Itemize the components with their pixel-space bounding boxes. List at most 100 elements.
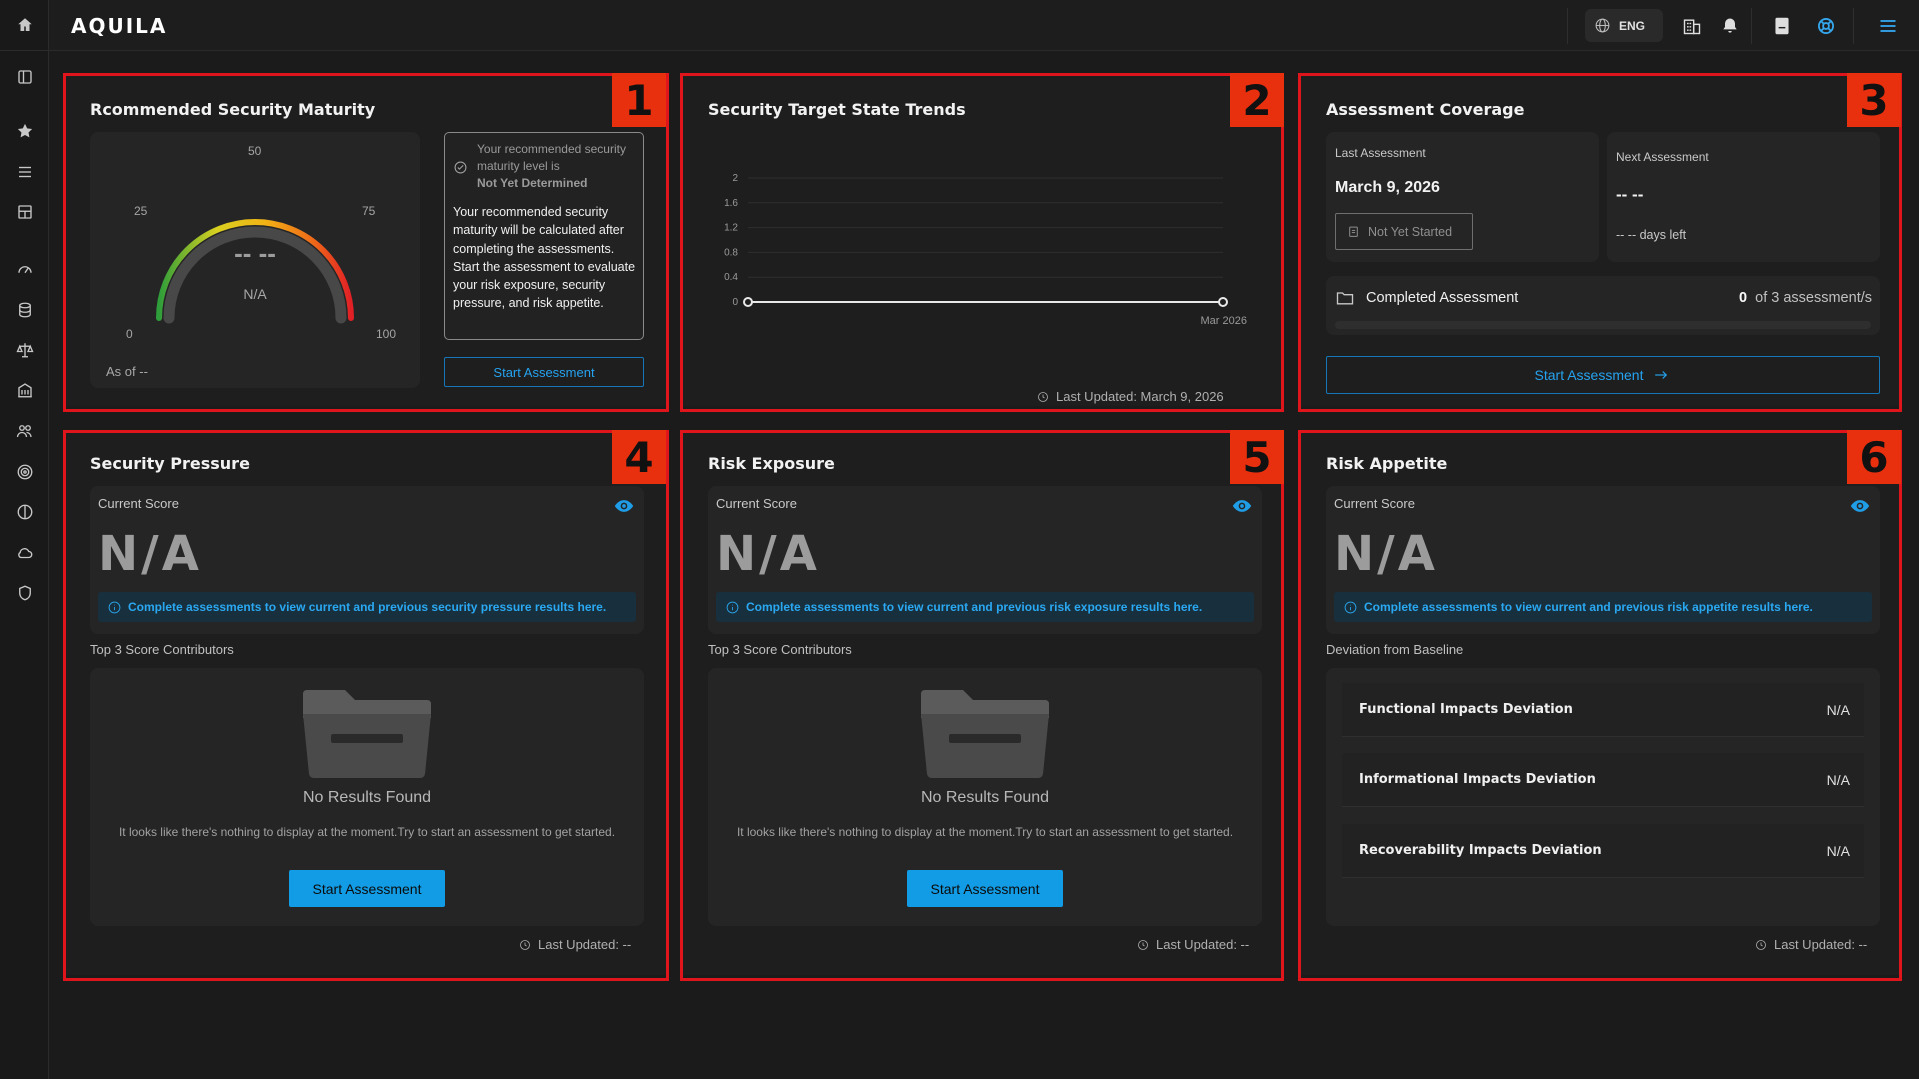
- current-score-label: Current Score: [716, 496, 797, 511]
- last-assessment-label: Last Assessment: [1335, 146, 1426, 160]
- deviation-row-value: N/A: [1826, 701, 1850, 718]
- exposure-last-updated-text: Last Updated: --: [1156, 937, 1250, 952]
- badge-2: 2: [1230, 73, 1284, 127]
- empty-folder-icon: [303, 690, 431, 778]
- empty-title: No Results Found: [920, 789, 1050, 806]
- completed-progress-track: [1335, 321, 1871, 329]
- notice-body: Your recommended security maturity will …: [453, 205, 636, 311]
- menu-icon[interactable]: [1876, 15, 1900, 37]
- completed-assessment-box: Completed Assessment 0 of 3 assessment/s: [1326, 276, 1880, 335]
- completed-label: Completed Assessment: [1366, 290, 1519, 306]
- gauge-value-label: N/A: [243, 286, 267, 302]
- chart-y-tick-label: 1.2: [724, 223, 738, 234]
- contrast-icon[interactable]: [13, 500, 37, 524]
- globe-icon: [1595, 18, 1610, 33]
- next-assessment-label: Next Assessment: [1616, 150, 1709, 164]
- current-score-label: Current Score: [98, 496, 179, 511]
- chart-y-tick-label: 0.4: [724, 272, 738, 283]
- security-maturity-title: Rcommended Security Maturity: [90, 100, 376, 119]
- info-text: Complete assessments to view current and…: [746, 600, 1203, 614]
- shield-icon[interactable]: [13, 581, 37, 605]
- chart-data-point: [1218, 297, 1228, 307]
- eye-icon[interactable]: [1850, 499, 1870, 513]
- notice-status: Not Yet Determined: [477, 176, 588, 190]
- deviation-row-label: Functional Impacts Deviation: [1359, 702, 1573, 717]
- document-icon[interactable]: [1771, 15, 1793, 37]
- badge-5: 5: [1230, 430, 1284, 484]
- app-logo[interactable]: AQUILA: [71, 14, 167, 38]
- contributors-label: Top 3 Score Contributors: [708, 642, 852, 657]
- list-icon[interactable]: [13, 160, 37, 184]
- history-icon: [1138, 939, 1148, 950]
- maturity-notice-box: Your recommended security maturity level…: [444, 132, 644, 340]
- pressure-last-updated: Last Updated: --: [519, 937, 631, 952]
- appetite-last-updated-text: Last Updated: --: [1774, 937, 1868, 952]
- clipboard-icon: [1349, 226, 1358, 237]
- chart-data-point: [743, 297, 753, 307]
- users-icon[interactable]: [13, 419, 37, 443]
- target-icon[interactable]: [13, 460, 37, 484]
- next-assessment-date: -- --: [1616, 185, 1644, 204]
- gauge-tick-50: 50: [248, 144, 262, 158]
- last-assessment-date: March 9, 2026: [1335, 179, 1440, 196]
- current-score-value: N/A: [716, 526, 820, 582]
- database-icon[interactable]: [13, 298, 37, 322]
- start-assessment-exposure-button[interactable]: Start Assessment: [907, 870, 1063, 907]
- deviation-row-value: N/A: [1826, 771, 1850, 788]
- check-circle-icon: [454, 161, 467, 174]
- history-icon: [520, 939, 530, 950]
- empty-title: No Results Found: [302, 789, 432, 806]
- current-score-value: N/A: [1334, 526, 1438, 582]
- start-assessment-coverage-button[interactable]: Start Assessment: [1326, 356, 1880, 394]
- topbar-divider: [1853, 8, 1854, 44]
- risk-appetite-title: Risk Appetite: [1326, 454, 1448, 473]
- panel-toggle-icon[interactable]: [13, 65, 37, 89]
- exposure-last-updated: Last Updated: --: [1137, 937, 1249, 952]
- deviation-label: Deviation from Baseline: [1326, 642, 1464, 657]
- deviation-row-label: Informational Impacts Deviation: [1359, 772, 1596, 787]
- eye-icon[interactable]: [1232, 499, 1252, 513]
- scale-icon[interactable]: [13, 338, 37, 362]
- current-score-label: Current Score: [1334, 496, 1415, 511]
- risk-exposure-info: Complete assessments to view current and…: [716, 592, 1254, 622]
- security-pressure-title: Security Pressure: [90, 454, 250, 473]
- bell-icon[interactable]: [1719, 15, 1741, 37]
- gauge-value: -- --: [234, 238, 276, 268]
- eye-icon[interactable]: [614, 499, 634, 513]
- sidebar-divider: [0, 50, 49, 51]
- start-assessment-pressure-button[interactable]: Start Assessment: [289, 870, 445, 907]
- dashboard-gauge-icon[interactable]: [13, 257, 37, 281]
- home-icon[interactable]: [13, 13, 37, 37]
- star-icon[interactable]: [13, 119, 37, 143]
- pressure-last-updated-text: Last Updated: --: [538, 937, 632, 952]
- language-label: ENG: [1619, 18, 1646, 33]
- contributors-label: Top 3 Score Contributors: [90, 642, 234, 657]
- appetite-last-updated: Last Updated: --: [1755, 937, 1867, 952]
- building-icon[interactable]: [13, 378, 37, 402]
- gauge-tick-0: 0: [126, 327, 133, 341]
- history-icon: [1756, 939, 1766, 950]
- arrow-right-icon: [1655, 371, 1668, 379]
- organization-icon[interactable]: [1681, 15, 1703, 37]
- empty-text: It looks like there's nothing to display…: [118, 825, 616, 839]
- target-state-trends-title: Security Target State Trends: [708, 100, 966, 119]
- info-text: Complete assessments to view current and…: [1364, 600, 1813, 614]
- sidebar: [0, 0, 49, 1079]
- chart-y-tick-label: 1.6: [724, 198, 738, 209]
- risk-exposure-title: Risk Exposure: [708, 454, 835, 473]
- gauge-tick-100: 100: [376, 327, 397, 341]
- start-assessment-button[interactable]: Start Assessment: [444, 357, 644, 387]
- empty-text: It looks like there's nothing to display…: [736, 825, 1234, 839]
- completed-total: of 3 assessment/s: [1755, 290, 1872, 306]
- chart-x-tick-label: Mar 2026: [1201, 315, 1247, 327]
- support-lifebuoy-icon[interactable]: [1815, 15, 1837, 37]
- deviation-row-value: N/A: [1826, 842, 1850, 859]
- language-selector[interactable]: ENG: [1585, 9, 1663, 42]
- empty-folder-icon: [921, 690, 1049, 778]
- cloud-icon[interactable]: [13, 541, 37, 565]
- trends-last-updated: Last Updated: March 9, 2026: [1037, 389, 1224, 404]
- status-text: Not Yet Started: [1368, 224, 1453, 239]
- days-left: -- -- days left: [1616, 228, 1687, 242]
- completed-count: 0: [1739, 290, 1748, 306]
- layout-icon[interactable]: [13, 200, 37, 224]
